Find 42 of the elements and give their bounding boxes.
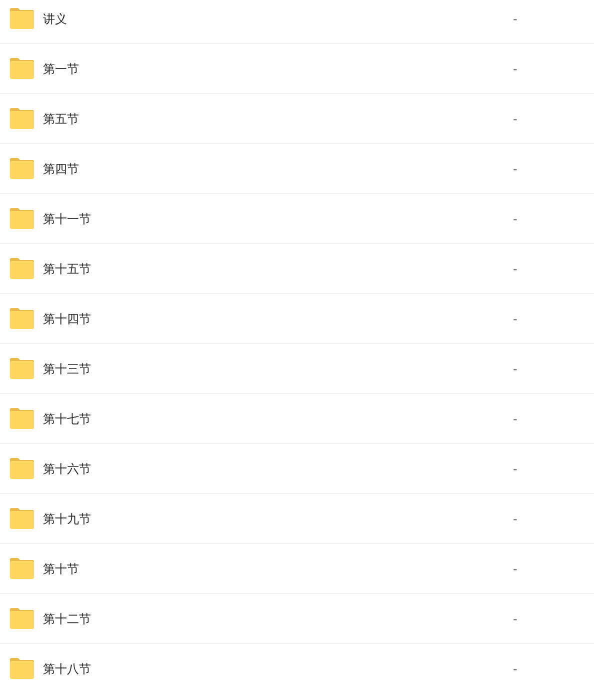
file-size: -	[513, 260, 518, 278]
folder-icon	[10, 58, 34, 79]
file-size: -	[513, 160, 518, 178]
file-size: -	[513, 110, 518, 128]
folder-name[interactable]: 第十四节	[43, 310, 513, 328]
folder-icon	[10, 408, 34, 429]
folder-name[interactable]: 第十节	[43, 560, 513, 578]
folder-name[interactable]: 第十七节	[43, 410, 513, 428]
file-size: -	[513, 360, 518, 378]
folder-name[interactable]: 第十五节	[43, 260, 513, 278]
folder-icon	[10, 8, 34, 29]
file-size: -	[513, 560, 518, 578]
folder-name[interactable]: 第十九节	[43, 510, 513, 528]
folder-icon	[10, 458, 34, 479]
folder-name[interactable]: 第五节	[43, 110, 513, 128]
file-size: -	[513, 410, 518, 428]
folder-icon	[10, 258, 34, 279]
folder-icon	[10, 558, 34, 579]
folder-icon	[10, 108, 34, 129]
file-size: -	[513, 510, 518, 528]
folder-icon	[10, 608, 34, 629]
folder-name[interactable]: 第一节	[43, 60, 513, 78]
file-size: -	[513, 210, 518, 228]
folder-name[interactable]: 第十二节	[43, 610, 513, 628]
folder-name[interactable]: 第四节	[43, 160, 513, 178]
folder-icon	[10, 358, 34, 379]
folder-name[interactable]: 第十一节	[43, 210, 513, 228]
file-size: -	[513, 10, 518, 28]
file-size: -	[513, 460, 518, 478]
folder-icon	[10, 158, 34, 179]
folder-icon	[10, 208, 34, 229]
folder-icon	[10, 658, 34, 679]
folder-name[interactable]: 第十八节	[43, 660, 513, 678]
folder-name[interactable]: 第十六节	[43, 460, 513, 478]
folder-icon	[10, 508, 34, 529]
folder-icon	[10, 308, 34, 329]
file-size: -	[513, 610, 518, 628]
file-size: -	[513, 660, 518, 678]
folder-name[interactable]: 第十三节	[43, 360, 513, 378]
folder-name[interactable]: 讲义	[43, 10, 513, 28]
file-size: -	[513, 60, 518, 78]
file-size: -	[513, 310, 518, 328]
